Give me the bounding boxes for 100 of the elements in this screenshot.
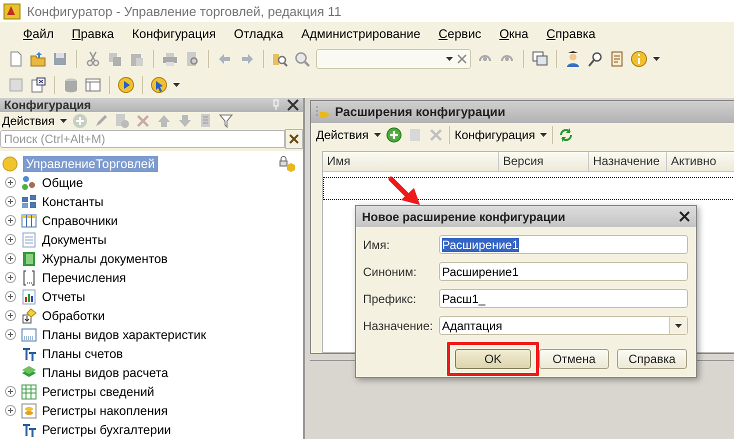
pointer-icon[interactable]: [151, 77, 167, 93]
expand-icon[interactable]: [5, 386, 16, 397]
ok-button[interactable]: OK: [455, 349, 531, 369]
lock-icon: [279, 156, 295, 172]
refresh-icon[interactable]: [558, 127, 574, 143]
window-title: Конфигуратор - Управление торговлей, редакция 11: [27, 4, 342, 18]
expand-icon[interactable]: [5, 329, 16, 340]
dialog-button[interactable]: Отмена: [539, 349, 609, 369]
expand-icon[interactable]: [5, 234, 16, 245]
search-field[interactable]: Поиск (Ctrl+Alt+M): [0, 130, 285, 148]
scissors-icon[interactable]: [85, 51, 101, 67]
expand-icon[interactable]: [5, 253, 16, 264]
blocks-icon: [21, 194, 37, 210]
clear-icon[interactable]: [457, 54, 467, 64]
help-search-icon[interactable]: [587, 51, 603, 67]
tree-item[interactable]: Планы видов расчета: [42, 366, 168, 380]
tree-item[interactable]: Регистры сведений: [42, 384, 154, 398]
caret-icon[interactable]: [653, 57, 660, 61]
dropdown-field[interactable]: Адаптация: [439, 316, 688, 335]
letters-icon: [21, 346, 37, 362]
journal-icon: [21, 250, 37, 266]
menu-item[interactable]: Окна: [490, 25, 538, 43]
input-field[interactable]: Расширение1: [439, 262, 688, 281]
field-label: Префикс:: [363, 292, 418, 306]
dropdown-caret-icon[interactable]: [446, 57, 453, 61]
tree-item[interactable]: Общие: [42, 176, 84, 190]
input-field[interactable]: Расш1_: [439, 289, 688, 308]
panel-title: Конфигурация: [4, 98, 92, 112]
tree-item[interactable]: Константы: [42, 194, 104, 208]
close-icon[interactable]: [679, 211, 690, 222]
expand-icon[interactable]: [5, 310, 16, 321]
actions-menu[interactable]: Действия: [2, 114, 55, 128]
extensions-icon: [315, 104, 331, 120]
menu-item[interactable]: Правка: [62, 25, 123, 43]
tree-item[interactable]: Регистры бухгалтерии: [42, 422, 172, 436]
add-icon[interactable]: [386, 127, 402, 143]
expand-icon[interactable]: [5, 177, 16, 188]
menu-item[interactable]: Сервис: [430, 25, 490, 43]
field-label: Синоним:: [363, 264, 418, 278]
search-icon[interactable]: [294, 51, 310, 67]
dialog-button[interactable]: Справка: [617, 349, 687, 369]
shapes-icon: [21, 174, 37, 190]
field-label: Имя:: [363, 238, 391, 252]
tree-item[interactable]: Планы счетов: [42, 346, 123, 360]
coins-icon: [21, 402, 37, 418]
column-header: Версия: [499, 152, 589, 171]
configuration-menu[interactable]: Конфигурация: [454, 128, 536, 142]
window-title: Расширения конфигурации: [335, 105, 506, 119]
field-label: Назначение:: [363, 318, 434, 332]
caret-icon[interactable]: [540, 133, 548, 137]
dialog-title: Новое расширение конфигурации: [362, 210, 566, 224]
expand-icon[interactable]: [5, 291, 16, 302]
menu-item[interactable]: Отладка: [224, 25, 292, 43]
folder-search-icon[interactable]: [272, 51, 288, 67]
clear-search-button[interactable]: [285, 129, 303, 149]
braces-icon: [21, 270, 37, 286]
tree-item[interactable]: Журналы документов: [42, 252, 168, 266]
menu-item[interactable]: Справка: [537, 25, 604, 43]
dropdown-caret-icon[interactable]: [675, 324, 682, 328]
expand-icon[interactable]: [5, 272, 16, 283]
windows-icon[interactable]: [532, 51, 548, 67]
column-header: Активно: [667, 152, 734, 171]
caret-icon[interactable]: [173, 83, 180, 87]
tree-item[interactable]: Справочники: [42, 214, 118, 228]
letters-icon: [21, 422, 37, 438]
app-logo-icon: [3, 2, 21, 20]
bar-chart-icon: [21, 288, 37, 304]
info-icon[interactable]: [631, 51, 647, 67]
tree-item[interactable]: Перечисления: [42, 270, 126, 284]
table-icon: [21, 212, 37, 228]
column-header: Назначение: [589, 152, 667, 171]
caret-icon[interactable]: [60, 118, 67, 122]
menu-item[interactable]: Администрирование: [292, 25, 430, 43]
document-icon[interactable]: [609, 51, 625, 67]
tree-item[interactable]: Документы: [42, 232, 106, 246]
play-icon[interactable]: [118, 77, 134, 93]
expand-icon[interactable]: [5, 215, 16, 226]
input-field[interactable]: Расширение1: [439, 235, 688, 254]
diamond-icon: [21, 308, 37, 324]
person-icon[interactable]: [565, 51, 581, 67]
menu-item[interactable]: Файл: [14, 25, 63, 43]
new-document-icon[interactable]: [8, 51, 24, 67]
tree-item[interactable]: Отчеты: [42, 290, 86, 304]
search-combo-field[interactable]: [316, 49, 471, 69]
close-icon: [289, 134, 299, 144]
column-header: Имя: [323, 152, 499, 171]
document-cross-icon[interactable]: [30, 77, 46, 93]
expand-icon[interactable]: [5, 196, 16, 207]
tree-item[interactable]: Регистры накопления: [42, 404, 168, 418]
config-root-icon: [2, 156, 18, 172]
expand-icon[interactable]: [5, 405, 16, 416]
tree-item[interactable]: Планы видов характеристик: [42, 328, 206, 342]
tree-item[interactable]: Обработки: [42, 308, 105, 322]
table-icon[interactable]: [85, 77, 101, 93]
caret-icon[interactable]: [374, 133, 381, 137]
close-icon[interactable]: [287, 99, 299, 111]
folder-icon[interactable]: [30, 51, 46, 67]
document-icon: [21, 232, 37, 248]
menu-item[interactable]: Конфигурация: [122, 25, 225, 43]
actions-menu[interactable]: Действия: [316, 128, 369, 142]
